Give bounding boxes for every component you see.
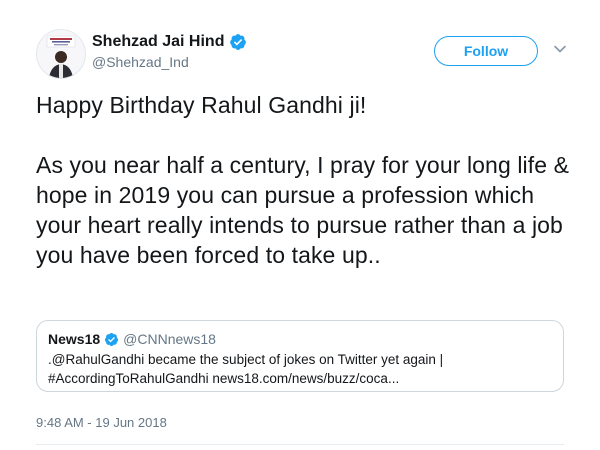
avatar[interactable] [36, 29, 86, 79]
quoted-tweet-header: News18 @CNNnews18 [48, 331, 552, 347]
tweet-paragraph: As you near half a century, I pray for y… [36, 152, 570, 268]
verified-badge-icon [230, 34, 247, 50]
chevron-down-icon[interactable] [553, 42, 567, 56]
quoted-tweet-line: #AccordingToRahulGandhi news18.com/news/… [48, 371, 400, 386]
author-display-name[interactable]: Shehzad Jai Hind [92, 33, 224, 51]
follow-button[interactable]: Follow [434, 36, 538, 66]
tweet-card: Shehzad Jai Hind @Shehzad_Ind Follow Hap… [0, 0, 600, 450]
tweet-timestamp[interactable]: 9:48 AM - 19 Jun 2018 [36, 415, 167, 430]
avatar-image [37, 30, 85, 78]
quoted-tweet-line: .@RahulGandhi became the subject of joke… [48, 352, 444, 367]
divider [36, 444, 564, 445]
verified-badge-icon [105, 332, 119, 346]
author-info: Shehzad Jai Hind @Shehzad_Ind [92, 33, 247, 70]
quoted-tweet-text: .@RahulGandhi became the subject of joke… [48, 350, 552, 388]
tweet-text: Happy Birthday Rahul Gandhi ji! As you n… [36, 90, 576, 270]
author-handle[interactable]: @Shehzad_Ind [92, 54, 247, 70]
quoted-tweet-card[interactable]: News18 @CNNnews18 .@RahulGandhi became t… [36, 320, 564, 392]
quoted-author-handle: @CNNnews18 [123, 331, 216, 347]
tweet-paragraph: Happy Birthday Rahul Gandhi ji! [36, 92, 367, 118]
quoted-author-name: News18 [48, 331, 101, 347]
tweet-header: Shehzad Jai Hind @Shehzad_Ind Follow [36, 29, 576, 79]
